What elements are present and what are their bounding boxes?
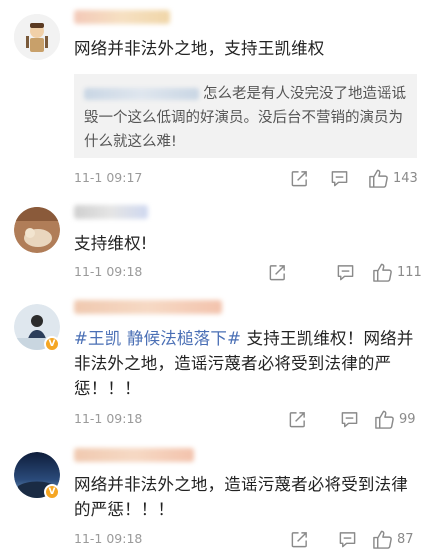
- comment-meta: 11-1 09:18 99: [74, 408, 419, 430]
- share-icon: [268, 263, 287, 282]
- like-button[interactable]: 111: [372, 261, 422, 283]
- comment-item: 支持维权! 11-1 09:18 111: [0, 195, 431, 290]
- timestamp: 11-1 09:17: [74, 170, 143, 185]
- comment-meta: 11-1 09:17 143: [74, 167, 419, 189]
- share-button[interactable]: [268, 261, 287, 283]
- comment-text: 网络并非法外之地，造谣污蔑者必将受到法律的严惩！！！: [74, 475, 408, 519]
- like-button[interactable]: 87: [372, 528, 414, 550]
- reply-button[interactable]: [336, 261, 355, 283]
- share-button[interactable]: [288, 408, 307, 430]
- comment-icon: [340, 410, 359, 429]
- hashtag-link[interactable]: #王凯 静候法槌落下#: [74, 329, 241, 348]
- verified-badge: V: [44, 484, 60, 500]
- like-icon: [372, 529, 393, 550]
- commenter-name[interactable]: [74, 205, 148, 219]
- comment-item: V #王凯 静候法槌落下# 支持王凯维权！网络并非法外之地，造谣污蔑者必将受到法…: [0, 290, 431, 440]
- reply-button[interactable]: [338, 528, 357, 550]
- like-button[interactable]: 99: [374, 408, 416, 430]
- comment-icon: [336, 263, 355, 282]
- share-button[interactable]: [290, 528, 309, 550]
- timestamp: 11-1 09:18: [74, 264, 143, 279]
- comment-item: V 网络并非法外之地，造谣污蔑者必将受到法律的严惩！！！ 11-1 09:18 …: [0, 440, 431, 553]
- comment-text: 网络并非法外之地，支持王凯维权: [74, 39, 325, 58]
- like-button[interactable]: 143: [368, 167, 418, 189]
- comment-text: #王凯 静候法槌落下# 支持王凯维权！网络并非法外之地，造谣污蔑者必将受到法律的…: [74, 326, 415, 401]
- verified-badge: V: [44, 336, 60, 352]
- share-icon: [290, 169, 309, 188]
- like-count: 111: [397, 264, 422, 280]
- comment-text: 支持维权!: [74, 234, 148, 253]
- comment-icon: [338, 530, 357, 549]
- like-icon: [374, 409, 395, 430]
- timestamp: 11-1 09:18: [74, 531, 143, 546]
- timestamp: 11-1 09:18: [74, 411, 143, 426]
- reply-button[interactable]: [330, 167, 349, 189]
- commenter-name[interactable]: [74, 300, 222, 314]
- avatar[interactable]: [14, 207, 60, 253]
- quoted-comment[interactable]: 怎么老是有人没完没了地造谣诋毁一个这么低调的好演员。没后台不营销的演员为什么就这…: [74, 74, 417, 158]
- comment-icon: [330, 169, 349, 188]
- comment-item: 网络并非法外之地，支持王凯维权 怎么老是有人没完没了地造谣诋毁一个这么低调的好演…: [0, 0, 431, 195]
- like-icon: [372, 262, 393, 283]
- commenter-name[interactable]: [74, 448, 194, 462]
- share-icon: [290, 530, 309, 549]
- reply-button[interactable]: [340, 408, 359, 430]
- like-count: 143: [393, 170, 418, 186]
- avatar[interactable]: [14, 14, 60, 60]
- like-count: 87: [397, 531, 414, 547]
- quoted-user-name[interactable]: [84, 88, 199, 100]
- share-icon: [288, 410, 307, 429]
- like-icon: [368, 168, 389, 189]
- like-count: 99: [399, 411, 416, 427]
- share-button[interactable]: [290, 167, 309, 189]
- comment-meta: 11-1 09:18 87: [74, 528, 419, 550]
- comment-meta: 11-1 09:18 111: [74, 261, 422, 283]
- commenter-name[interactable]: [74, 10, 170, 24]
